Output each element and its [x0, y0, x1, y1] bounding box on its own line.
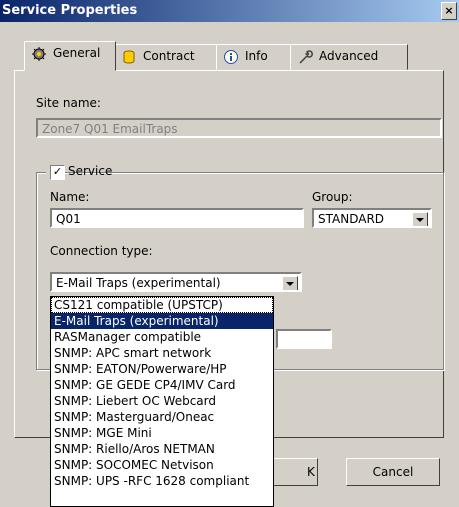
connection-type-select[interactable]: E-Mail Traps (experimental) — [50, 272, 302, 292]
tab-advanced[interactable]: Advanced — [290, 44, 408, 70]
window-title: Service Properties — [2, 3, 138, 18]
tab-label: General — [53, 46, 101, 60]
tab-label: Advanced — [319, 49, 379, 63]
list-item[interactable]: SNMP: MGE Mini — [51, 425, 273, 441]
list-item[interactable]: SNMP: SOCOMEC Netvison — [51, 457, 273, 473]
name-field[interactable]: Q01 — [50, 208, 304, 228]
list-item[interactable]: E-Mail Traps (experimental) — [51, 313, 273, 329]
connection-type-value: E-Mail Traps (experimental) — [56, 276, 221, 290]
ok-button-label: K — [307, 465, 315, 479]
name-label: Name: — [50, 190, 90, 204]
service-checkbox[interactable]: ✓ — [50, 165, 65, 180]
service-label: Service — [68, 164, 113, 178]
tab-info[interactable]: Info — [216, 44, 292, 70]
group-select[interactable]: STANDARD — [312, 208, 432, 228]
list-item[interactable]: SNMP: Riello/Aros NETMAN — [51, 441, 273, 457]
connection-dropdown-button[interactable] — [282, 276, 298, 290]
group-label: Group: — [312, 190, 353, 204]
gear-icon — [32, 47, 46, 61]
info-icon — [224, 50, 238, 64]
list-item[interactable]: CS121 compatible (UPSTCP) — [51, 297, 273, 313]
close-icon: × — [444, 4, 454, 17]
list-item[interactable]: SNMP: UPS -RFC 1628 compliant — [51, 473, 273, 489]
title-bar: Service Properties × — [0, 0, 459, 22]
list-item[interactable]: RASManager compatible — [51, 329, 273, 345]
list-item[interactable]: SNMP: EATON/Powerware/HP — [51, 361, 273, 377]
close-button[interactable]: × — [441, 2, 457, 20]
tab-general[interactable]: General — [24, 41, 116, 71]
chevron-down-icon — [286, 282, 294, 286]
list-item[interactable]: SNMP: Liebert OC Webcard — [51, 393, 273, 409]
group-value: STANDARD — [318, 212, 385, 226]
cancel-button[interactable]: Cancel — [346, 458, 440, 486]
service-checkbox-row[interactable]: ✓ Service — [46, 163, 112, 181]
wrench-icon — [299, 50, 313, 64]
connection-type-list[interactable]: CS121 compatible (UPSTCP) E-Mail Traps (… — [50, 296, 274, 507]
tab-contract[interactable]: Contract — [114, 44, 218, 70]
group-dropdown-button[interactable] — [412, 212, 428, 226]
list-item[interactable]: SNMP: Masterguard/Oneac — [51, 409, 273, 425]
site-name-label: Site name: — [36, 96, 101, 110]
database-icon — [123, 50, 135, 64]
tab-label: Info — [245, 49, 268, 63]
site-name-field[interactable]: Zone7 Q01 EmailTraps — [36, 118, 442, 138]
list-item[interactable]: SNMP: APC smart network — [51, 345, 273, 361]
connection-type-label: Connection type: — [50, 244, 153, 258]
partially-hidden-field[interactable] — [276, 329, 332, 349]
tab-label: Contract — [143, 49, 195, 63]
list-item[interactable]: SNMP: GE GEDE CP4/IMV Card — [51, 377, 273, 393]
chevron-down-icon — [416, 218, 424, 222]
